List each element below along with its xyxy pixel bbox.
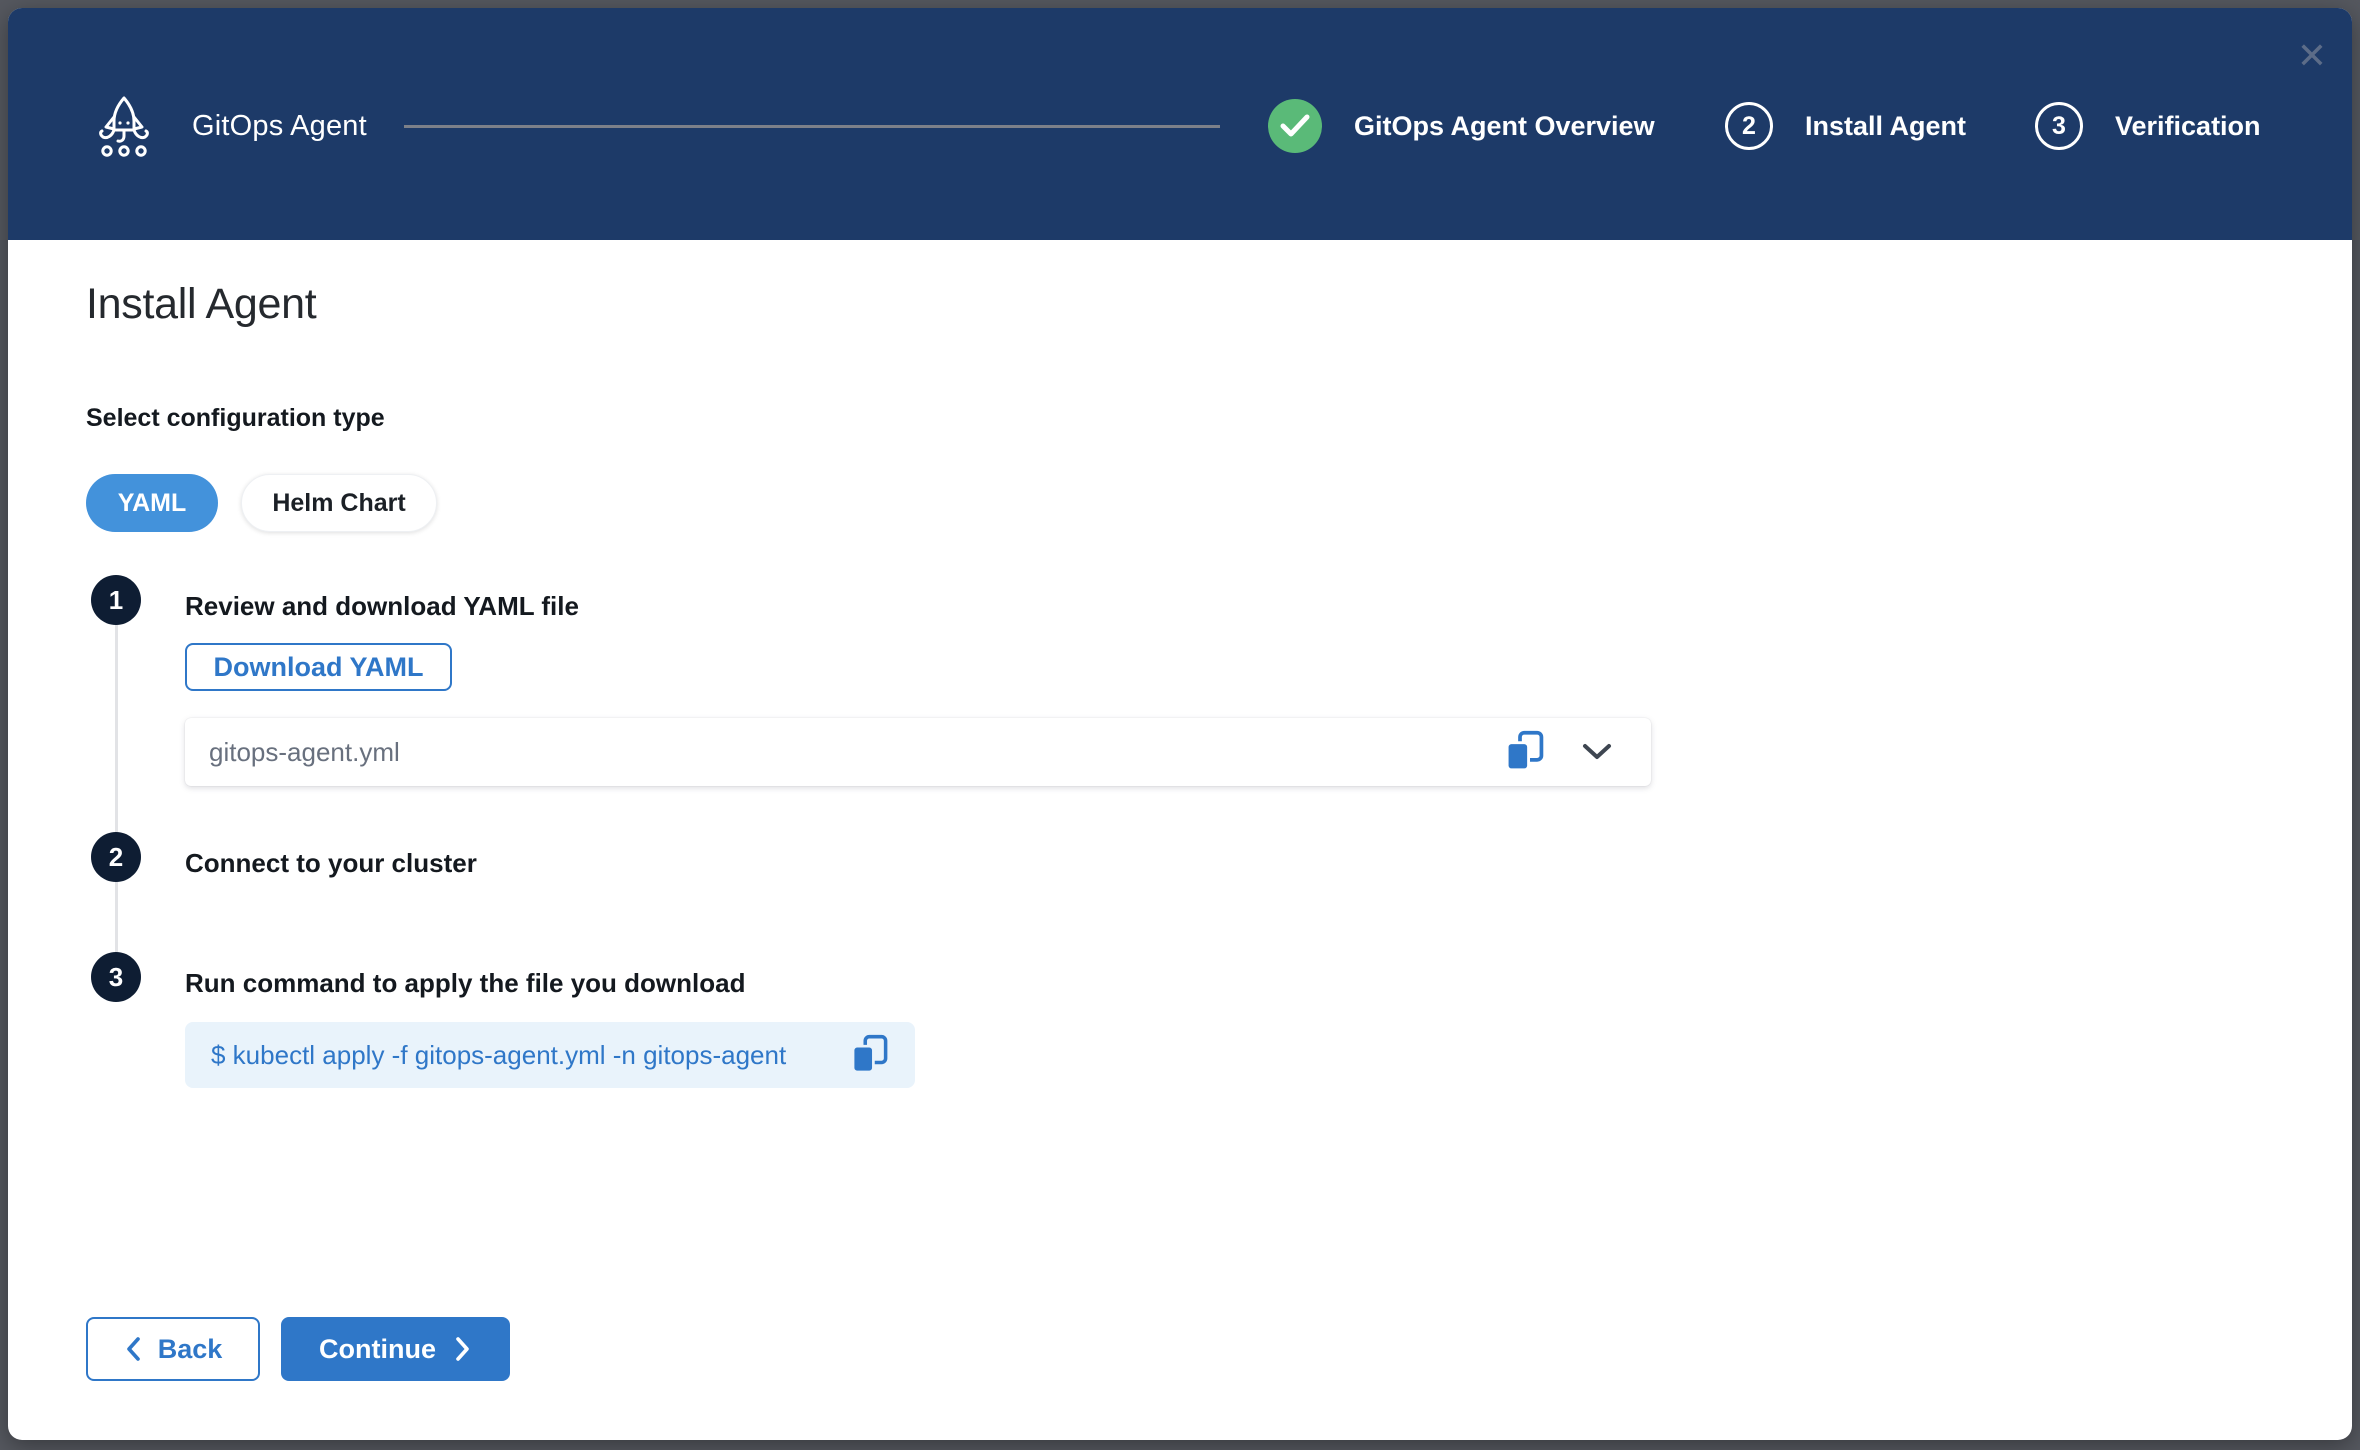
- chevron-down-icon[interactable]: [1581, 742, 1613, 762]
- step-connector-line: [115, 600, 118, 977]
- yaml-file-accordion[interactable]: gitops-agent.yml: [185, 718, 1651, 786]
- kubectl-command-text: $ kubectl apply -f gitops-agent.yml -n g…: [211, 1040, 851, 1071]
- stepper-item-install-agent[interactable]: 2 Install Agent: [1725, 102, 1966, 150]
- stepper-item-overview[interactable]: GitOps Agent Overview: [1268, 99, 1655, 153]
- step-complete-circle: [1268, 99, 1322, 153]
- back-button-label: Back: [158, 1334, 223, 1365]
- kubectl-command-box: $ kubectl apply -f gitops-agent.yml -n g…: [185, 1022, 915, 1088]
- continue-button-label: Continue: [319, 1334, 436, 1365]
- step-3-title: Run command to apply the file you downlo…: [185, 968, 745, 999]
- header-divider: [404, 125, 1220, 128]
- chevron-right-icon: [454, 1336, 472, 1362]
- yaml-filename: gitops-agent.yml: [209, 737, 1505, 768]
- step-2-badge: 2: [91, 832, 141, 882]
- page-title: Install Agent: [86, 280, 316, 329]
- stepper-label-install-agent: Install Agent: [1805, 111, 1966, 142]
- copy-command-icon[interactable]: [851, 1034, 889, 1076]
- wizard-title: GitOps Agent: [192, 110, 367, 143]
- step-1-badge: 1: [91, 575, 141, 625]
- step-2-title: Connect to your cluster: [185, 848, 477, 879]
- stepper-label-verification: Verification: [2115, 111, 2261, 142]
- stepper-label-overview: GitOps Agent Overview: [1354, 111, 1655, 142]
- gitops-agent-squid-logo-icon: [92, 94, 156, 158]
- continue-button[interactable]: Continue: [281, 1317, 510, 1381]
- gitops-agent-wizard-modal: GitOps Agent GitOps Agent Overview 2 Ins…: [8, 8, 2352, 1440]
- check-icon: [1280, 114, 1310, 138]
- close-icon[interactable]: ✕: [2286, 30, 2338, 82]
- config-option-yaml[interactable]: YAML: [86, 474, 218, 532]
- back-button[interactable]: Back: [86, 1317, 260, 1381]
- chevron-left-icon: [124, 1336, 142, 1362]
- download-yaml-button[interactable]: Download YAML: [185, 643, 452, 691]
- copy-yaml-icon[interactable]: [1505, 730, 1545, 774]
- config-type-label: Select configuration type: [86, 404, 385, 433]
- step-1-title: Review and download YAML file: [185, 591, 579, 622]
- step-number-circle: 2: [1725, 102, 1773, 150]
- step-number-circle: 3: [2035, 102, 2083, 150]
- step-3-badge: 3: [91, 952, 141, 1002]
- config-option-helm-chart[interactable]: Helm Chart: [241, 474, 437, 532]
- stepper-item-verification[interactable]: 3 Verification: [2035, 102, 2261, 150]
- wizard-header: GitOps Agent GitOps Agent Overview 2 Ins…: [8, 8, 2352, 240]
